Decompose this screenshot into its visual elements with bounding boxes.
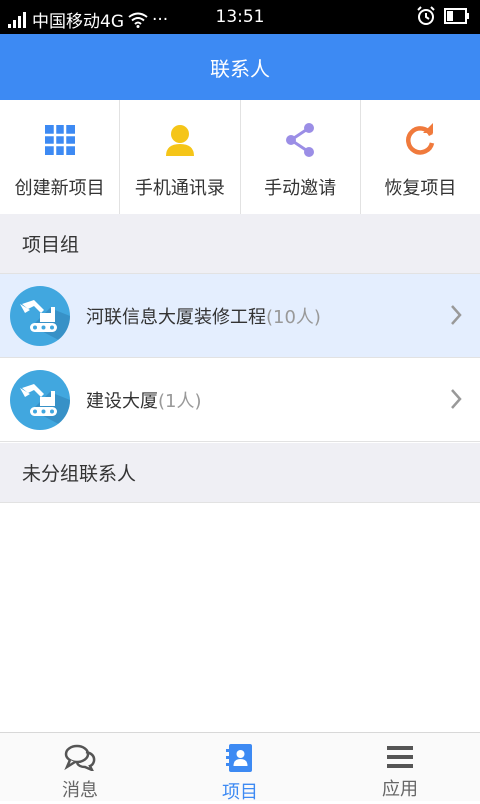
project-name: 建设大厦 — [86, 390, 158, 412]
tab-messages[interactable]: 消息 — [0, 733, 160, 801]
status-right — [416, 6, 470, 26]
tab-projects[interactable]: 项目 — [160, 733, 320, 803]
restore-project-button[interactable]: 恢复项目 — [361, 100, 480, 214]
chat-icon — [64, 743, 96, 771]
share-icon — [280, 120, 320, 160]
alarm-icon — [417, 6, 435, 25]
create-project-button[interactable]: 创建新项目 — [0, 100, 121, 214]
bottom-nav: 消息 项目 应用 — [0, 732, 480, 803]
project-row[interactable]: 建设大厦 (1人) — [0, 358, 480, 442]
tab-projects-label: 项目 — [222, 782, 258, 803]
project-member-count: (10人) — [266, 306, 321, 328]
excavator-icon — [10, 369, 70, 430]
excavator-icon — [10, 285, 70, 346]
phone-contacts-label: 手机通讯录 — [134, 178, 225, 199]
grid-icon — [40, 120, 80, 160]
section-ungrouped-contacts[interactable]: 未分组联系人 — [0, 443, 480, 503]
chevron-right-icon — [451, 389, 462, 409]
battery-icon — [444, 8, 469, 24]
phone-contacts-button[interactable]: 手机通讯录 — [120, 100, 241, 214]
app-header: 联系人 — [0, 34, 480, 100]
chevron-right-icon — [451, 305, 462, 325]
status-bar: 中国移动4G ··· 13:51 — [0, 0, 480, 34]
project-row[interactable]: 河联信息大厦装修工程 (10人) — [0, 274, 480, 358]
manual-invite-button[interactable]: 手动邀请 — [241, 100, 361, 214]
status-time: 13:51 — [215, 7, 265, 27]
manual-invite-label: 手动邀请 — [264, 178, 337, 199]
tab-messages-label: 消息 — [62, 780, 98, 801]
refresh-icon — [400, 120, 440, 160]
page-title: 联系人 — [210, 56, 270, 81]
section-project-group: 项目组 — [0, 214, 480, 274]
project-member-count: (1人) — [158, 390, 202, 412]
section-ungrouped-label: 未分组联系人 — [22, 463, 137, 485]
contacts-book-icon — [225, 743, 255, 773]
menu-icon — [386, 743, 414, 770]
action-bar: 创建新项目 手机通讯录 手动邀请 恢复项目 — [0, 100, 480, 215]
section-project-group-label: 项目组 — [22, 234, 80, 256]
tab-apps[interactable]: 应用 — [320, 733, 480, 801]
tab-apps-label: 应用 — [382, 779, 418, 800]
create-project-label: 创建新项目 — [14, 178, 105, 199]
person-icon — [160, 120, 200, 160]
restore-project-label: 恢复项目 — [384, 178, 457, 199]
project-name: 河联信息大厦装修工程 — [86, 306, 266, 328]
